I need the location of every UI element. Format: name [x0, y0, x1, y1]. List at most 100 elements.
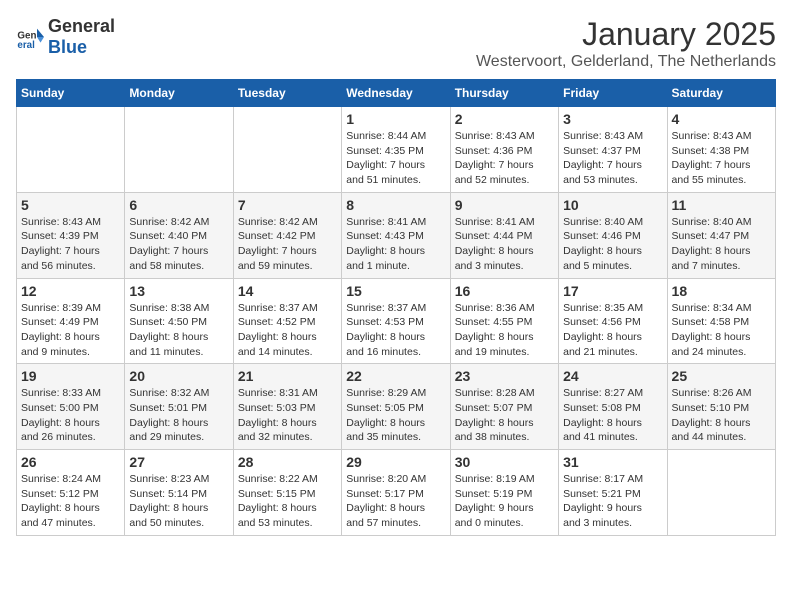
day-number: 1 [346, 111, 445, 127]
day-number: 3 [563, 111, 662, 127]
day-info: Sunrise: 8:27 AM Sunset: 5:08 PM Dayligh… [563, 386, 662, 445]
day-info: Sunrise: 8:36 AM Sunset: 4:55 PM Dayligh… [455, 301, 554, 360]
day-info: Sunrise: 8:38 AM Sunset: 4:50 PM Dayligh… [129, 301, 228, 360]
day-number: 23 [455, 368, 554, 384]
day-number: 4 [672, 111, 771, 127]
day-number: 7 [238, 197, 337, 213]
calendar-subtitle: Westervoort, Gelderland, The Netherlands [476, 53, 776, 71]
day-number: 5 [21, 197, 120, 213]
calendar-header: Sunday Monday Tuesday Wednesday Thursday… [17, 80, 776, 107]
calendar-table: Sunday Monday Tuesday Wednesday Thursday… [16, 79, 776, 536]
table-row: 24 Sunrise: 8:27 AM Sunset: 5:08 PM Dayli… [559, 364, 667, 450]
col-monday: Monday [125, 80, 233, 107]
col-sunday: Sunday [17, 80, 125, 107]
day-info: Sunrise: 8:32 AM Sunset: 5:01 PM Dayligh… [129, 386, 228, 445]
table-row: 18 Sunrise: 8:34 AM Sunset: 4:58 PM Dayli… [667, 278, 775, 364]
day-info: Sunrise: 8:34 AM Sunset: 4:58 PM Dayligh… [672, 301, 771, 360]
day-number: 29 [346, 454, 445, 470]
day-number: 20 [129, 368, 228, 384]
table-row: 16 Sunrise: 8:36 AM Sunset: 4:55 PM Dayli… [450, 278, 558, 364]
col-friday: Friday [559, 80, 667, 107]
table-row: 2 Sunrise: 8:43 AM Sunset: 4:36 PM Daylig… [450, 107, 558, 193]
table-row: 27 Sunrise: 8:23 AM Sunset: 5:14 PM Dayli… [125, 450, 233, 536]
table-row: 29Sunrise: 8:20 AM Sunset: 5:17 PM Dayli… [342, 450, 450, 536]
col-thursday: Thursday [450, 80, 558, 107]
day-info: Sunrise: 8:41 AM Sunset: 4:43 PM Dayligh… [346, 215, 445, 274]
table-row: 14 Sunrise: 8:37 AM Sunset: 4:52 PM Dayli… [233, 278, 341, 364]
day-number: 22 [346, 368, 445, 384]
day-number: 16 [455, 283, 554, 299]
day-number: 25 [672, 368, 771, 384]
table-row: 1 Sunrise: 8:44 AM Sunset: 4:35 PM Daylig… [342, 107, 450, 193]
day-info: Sunrise: 8:26 AM Sunset: 5:10 PM Dayligh… [672, 386, 771, 445]
calendar-body: 1 Sunrise: 8:44 AM Sunset: 4:35 PM Daylig… [17, 107, 776, 536]
table-row: 22 Sunrise: 8:29 AM Sunset: 5:05 PM Dayli… [342, 364, 450, 450]
table-row: 31Sunrise: 8:17 AM Sunset: 5:21 PM Dayli… [559, 450, 667, 536]
day-info: Sunrise: 8:37 AM Sunset: 4:52 PM Dayligh… [238, 301, 337, 360]
table-row [17, 107, 125, 193]
day-info: Sunrise: 8:23 AM Sunset: 5:14 PM Dayligh… [129, 472, 228, 531]
table-row: 19Sunrise: 8:33 AM Sunset: 5:00 PM Dayli… [17, 364, 125, 450]
day-info: Sunrise: 8:44 AM Sunset: 4:35 PM Dayligh… [346, 129, 445, 188]
day-info: Sunrise: 8:29 AM Sunset: 5:05 PM Dayligh… [346, 386, 445, 445]
day-number: 8 [346, 197, 445, 213]
day-number: 9 [455, 197, 554, 213]
table-row: 6 Sunrise: 8:42 AM Sunset: 4:40 PM Daylig… [125, 192, 233, 278]
table-row: 25 Sunrise: 8:26 AM Sunset: 5:10 PM Dayli… [667, 364, 775, 450]
day-number: 10 [563, 197, 662, 213]
day-number: 11 [672, 197, 771, 213]
table-row [233, 107, 341, 193]
table-row: 30Sunrise: 8:19 AM Sunset: 5:19 PM Dayli… [450, 450, 558, 536]
day-info: Sunrise: 8:42 AM Sunset: 4:40 PM Dayligh… [129, 215, 228, 274]
day-info: Sunrise: 8:37 AM Sunset: 4:53 PM Dayligh… [346, 301, 445, 360]
title-block: January 2025 Westervoort, Gelderland, Th… [476, 16, 776, 71]
day-info: Sunrise: 8:39 AM Sunset: 4:49 PM Dayligh… [21, 301, 120, 360]
day-info: Sunrise: 8:28 AM Sunset: 5:07 PM Dayligh… [455, 386, 554, 445]
table-row [667, 450, 775, 536]
day-number: 6 [129, 197, 228, 213]
day-number: 27 [129, 454, 228, 470]
table-row: 5 Sunrise: 8:43 AM Sunset: 4:39 PM Daylig… [17, 192, 125, 278]
day-number: 13 [129, 283, 228, 299]
day-number: 17 [563, 283, 662, 299]
table-row: 8 Sunrise: 8:41 AM Sunset: 4:43 PM Daylig… [342, 192, 450, 278]
day-info: Sunrise: 8:42 AM Sunset: 4:42 PM Dayligh… [238, 215, 337, 274]
day-number: 14 [238, 283, 337, 299]
day-number: 18 [672, 283, 771, 299]
day-number: 15 [346, 283, 445, 299]
day-number: 12 [21, 283, 120, 299]
table-row: 28Sunrise: 8:22 AM Sunset: 5:15 PM Dayli… [233, 450, 341, 536]
col-wednesday: Wednesday [342, 80, 450, 107]
logo-general-text: General [48, 16, 115, 36]
day-number: 26 [21, 454, 120, 470]
table-row: 17 Sunrise: 8:35 AM Sunset: 4:56 PM Dayli… [559, 278, 667, 364]
logo-blue-text: Blue [48, 37, 87, 57]
day-number: 31 [563, 454, 662, 470]
day-info: Sunrise: 8:40 AM Sunset: 4:46 PM Dayligh… [563, 215, 662, 274]
day-info: Sunrise: 8:43 AM Sunset: 4:39 PM Dayligh… [21, 215, 120, 274]
day-number: 28 [238, 454, 337, 470]
table-row: 4 Sunrise: 8:43 AM Sunset: 4:38 PM Daylig… [667, 107, 775, 193]
logo-icon: Gen eral [16, 23, 44, 51]
day-info: Sunrise: 8:24 AM Sunset: 5:12 PM Dayligh… [21, 472, 120, 531]
table-row: 10 Sunrise: 8:40 AM Sunset: 4:46 PM Dayli… [559, 192, 667, 278]
day-number: 30 [455, 454, 554, 470]
table-row: 23 Sunrise: 8:28 AM Sunset: 5:07 PM Dayli… [450, 364, 558, 450]
day-info: Sunrise: 8:41 AM Sunset: 4:44 PM Dayligh… [455, 215, 554, 274]
table-row: 15 Sunrise: 8:37 AM Sunset: 4:53 PM Dayli… [342, 278, 450, 364]
table-row: 12 Sunrise: 8:39 AM Sunset: 4:49 PM Dayli… [17, 278, 125, 364]
day-info: Sunrise: 8:43 AM Sunset: 4:36 PM Dayligh… [455, 129, 554, 188]
calendar-title: January 2025 [476, 16, 776, 53]
day-number: 2 [455, 111, 554, 127]
table-row: 9 Sunrise: 8:41 AM Sunset: 4:44 PM Daylig… [450, 192, 558, 278]
table-row: 20 Sunrise: 8:32 AM Sunset: 5:01 PM Dayli… [125, 364, 233, 450]
table-row: 11 Sunrise: 8:40 AM Sunset: 4:47 PM Dayli… [667, 192, 775, 278]
day-info: Sunrise: 8:40 AM Sunset: 4:47 PM Dayligh… [672, 215, 771, 274]
table-row: 21Sunrise: 8:31 AM Sunset: 5:03 PM Dayli… [233, 364, 341, 450]
day-info: Sunrise: 8:43 AM Sunset: 4:37 PM Dayligh… [563, 129, 662, 188]
day-info: Sunrise: 8:43 AM Sunset: 4:38 PM Dayligh… [672, 129, 771, 188]
table-row: 13 Sunrise: 8:38 AM Sunset: 4:50 PM Dayli… [125, 278, 233, 364]
day-info: Sunrise: 8:35 AM Sunset: 4:56 PM Dayligh… [563, 301, 662, 360]
day-number: 24 [563, 368, 662, 384]
page-header: Gen eral General Blue January 2025 Weste… [16, 16, 776, 71]
